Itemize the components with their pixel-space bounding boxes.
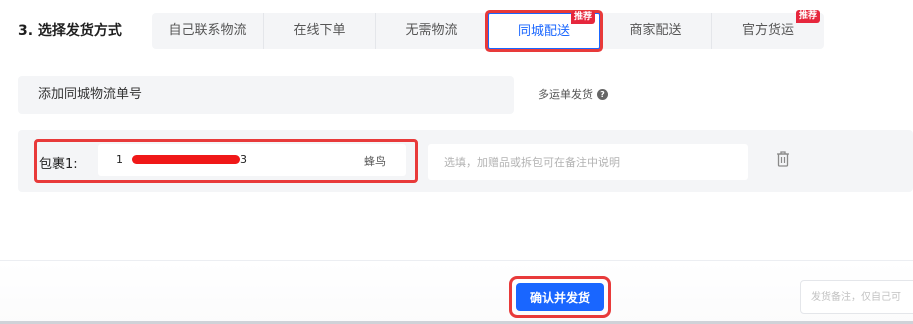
- help-circle-icon[interactable]: ?: [597, 88, 608, 100]
- tab-official-freight[interactable]: 官方货运 推荐: [712, 10, 824, 49]
- tab-same-city-delivery[interactable]: 同城配送 推荐: [488, 11, 600, 49]
- tracking-number-suffix: 3: [240, 153, 247, 166]
- carrier-name: 蜂鸟: [364, 155, 386, 168]
- recommend-badge: 推荐: [795, 10, 820, 23]
- add-tracking-label: 添加同城物流单号: [38, 87, 143, 102]
- tab-label: 在线下单: [293, 23, 346, 38]
- tab-label: 商家配送: [629, 23, 682, 38]
- tab-no-logistics[interactable]: 无需物流: [376, 13, 488, 49]
- shipping-remark-input[interactable]: 发货备注，仅自己可: [800, 280, 913, 314]
- multi-waybill-label: 多运单发货: [538, 88, 593, 101]
- shipping-method-tabs: 自己联系物流 在线下单 无需物流 同城配送 推荐 商家配送 官方货运 推荐: [152, 10, 824, 49]
- tab-label: 无需物流: [405, 23, 458, 38]
- recommend-badge: 推荐: [570, 11, 595, 24]
- section-title: 3. 选择发货方式: [18, 23, 122, 39]
- tracking-number-prefix: 1: [116, 153, 123, 166]
- tab-label: 官方货运: [741, 23, 794, 38]
- package-row: 包裹1: 1 3 蜂鸟: [18, 130, 913, 192]
- add-tracking-number-button[interactable]: 添加同城物流单号: [18, 76, 514, 114]
- footer-bar: [0, 261, 913, 324]
- package-remark-input[interactable]: [428, 144, 748, 180]
- trash-icon[interactable]: [775, 150, 791, 168]
- tracking-number-field[interactable]: 1 3 蜂鸟: [98, 144, 406, 176]
- multi-waybill-shipping[interactable]: 多运单发货 ?: [538, 86, 608, 102]
- tab-label: 同城配送: [517, 24, 570, 39]
- tab-label: 自己联系物流: [168, 23, 247, 38]
- tab-merchant-delivery[interactable]: 商家配送: [600, 13, 712, 49]
- tab-self-contact-logistics[interactable]: 自己联系物流: [152, 13, 264, 49]
- confirm-highlight-outline: 确认并发货: [509, 276, 611, 318]
- confirm-and-ship-button[interactable]: 确认并发货: [516, 283, 604, 311]
- package-label: 包裹1:: [39, 157, 78, 172]
- redaction-mark: [132, 155, 240, 164]
- tab-online-order[interactable]: 在线下单: [264, 13, 376, 49]
